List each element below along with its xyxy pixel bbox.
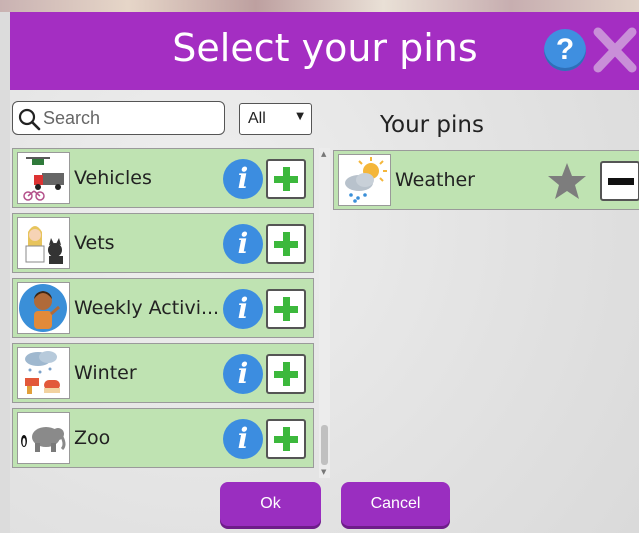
scroll-down-icon[interactable]: ▼ [321,468,326,476]
info-button[interactable]: i [223,159,263,199]
list-item[interactable]: Zoo i [12,408,314,468]
select-pins-dialog: Select your pins ? Search All ▼ Your pin… [10,12,639,533]
remove-pin-button[interactable] [600,161,639,201]
info-button[interactable]: i [223,419,263,459]
list-scrollbar[interactable]: ▲ ▼ [319,148,330,478]
close-icon[interactable] [592,26,638,74]
list-item-label: Weekly Activi... [74,297,220,319]
star-icon[interactable] [546,161,588,201]
scroll-up-icon[interactable]: ▲ [321,150,326,158]
list-item[interactable]: Winter i [12,343,314,403]
list-item-label: Vehicles [74,167,152,189]
list-item-label: Vets [74,232,115,254]
cancel-button[interactable]: Cancel [341,482,450,526]
list-item[interactable]: Vets i [12,213,314,273]
weather-thumbnail [338,154,391,206]
zoo-thumbnail [17,412,70,464]
search-icon [18,108,41,131]
list-item-label: Zoo [74,427,111,449]
vehicles-thumbnail [17,152,70,204]
list-item[interactable]: Weekly Activi... i [12,278,314,338]
category-filter-select[interactable]: All ▼ [239,103,312,135]
info-button[interactable]: i [223,354,263,394]
add-pin-button[interactable] [266,419,306,459]
list-item[interactable]: Vehicles i [12,148,314,208]
info-button[interactable]: i [223,224,263,264]
add-pin-button[interactable] [266,289,306,329]
your-pins-heading: Your pins [380,112,484,138]
list-item[interactable]: Weather [333,150,639,210]
vets-thumbnail [17,217,70,269]
help-button[interactable]: ? [544,29,586,71]
your-pins-list: Weather [333,148,639,478]
dropdown-arrow-icon: ▼ [296,111,304,122]
search-placeholder: Search [43,108,101,128]
background-strip [0,0,639,12]
ok-button[interactable]: Ok [220,482,321,526]
scrollbar-thumb[interactable] [321,425,328,465]
dialog-titlebar: Select your pins ? [10,12,639,90]
available-pins-list: Vehicles i Vets i Weekly Activi... i Win… [12,148,330,478]
filter-selected-value: All [248,110,266,127]
search-input[interactable]: Search [12,101,225,135]
add-pin-button[interactable] [266,354,306,394]
list-item-label: Weather [395,169,475,191]
list-item-label: Winter [74,362,137,384]
add-pin-button[interactable] [266,159,306,199]
weekly-activities-thumbnail [17,282,70,334]
winter-thumbnail [17,347,70,399]
info-button[interactable]: i [223,289,263,329]
add-pin-button[interactable] [266,224,306,264]
